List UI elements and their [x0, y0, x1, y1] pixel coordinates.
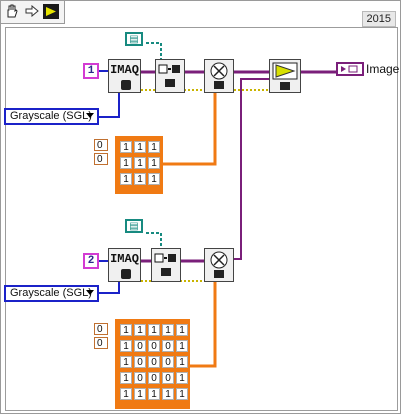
kernel-cell[interactable]: 1 — [134, 324, 146, 336]
imaq-create-node-1[interactable]: IMAQ — [108, 59, 141, 93]
kernel-cell[interactable]: 1 — [148, 324, 160, 336]
kernel-cell[interactable]: 1 — [148, 141, 160, 153]
kernel-cell[interactable]: 1 — [120, 356, 132, 368]
kernel-cell[interactable]: 1 — [176, 388, 188, 400]
kernel-cell[interactable]: 1 — [120, 388, 132, 400]
numeric-constant-1[interactable]: 1 — [83, 63, 99, 79]
block-diagram-window: 2015 ▤ 1 IMAQ Grayscale (SGL) Image 0 0 … — [0, 0, 401, 414]
imaq-create-node-2[interactable]: IMAQ — [108, 248, 141, 282]
kernel-cell[interactable]: 1 — [134, 157, 146, 169]
array-index-2b[interactable]: 0 — [94, 337, 108, 349]
copy-image-node-1[interactable] — [155, 59, 185, 93]
kernel-cell[interactable]: 0 — [148, 356, 160, 368]
kernel-cell[interactable]: 1 — [162, 388, 174, 400]
kernel-cell[interactable]: 0 — [162, 356, 174, 368]
convolute-node-2[interactable] — [204, 248, 234, 282]
kernel-cell[interactable]: 0 — [162, 340, 174, 352]
array-index-1a[interactable]: 0 — [94, 139, 108, 151]
image-type-enum-2[interactable]: Grayscale (SGL) — [4, 285, 99, 302]
kernel-cell[interactable]: 1 — [162, 324, 174, 336]
kernel-cell[interactable]: 1 — [176, 340, 188, 352]
numeric-constant-2[interactable]: 2 — [83, 253, 99, 269]
kernel-cell[interactable]: 1 — [134, 388, 146, 400]
power-icon — [121, 269, 131, 279]
dropdown-arrow-icon — [86, 290, 94, 295]
kernel-cell[interactable]: 1 — [134, 173, 146, 185]
convolute-node-1[interactable] — [204, 59, 234, 93]
copy-image-node-2[interactable] — [151, 248, 181, 282]
kernel-cell[interactable]: 1 — [120, 372, 132, 384]
power-icon — [121, 80, 131, 90]
kernel-cell[interactable]: 1 — [120, 141, 132, 153]
kernel-cell[interactable]: 0 — [148, 372, 160, 384]
kernel-cell[interactable]: 1 — [120, 340, 132, 352]
kernel-cell[interactable]: 1 — [120, 173, 132, 185]
kernel-cell[interactable]: 0 — [134, 356, 146, 368]
kernel-cell[interactable]: 1 — [148, 157, 160, 169]
dropdown-arrow-icon — [86, 113, 94, 118]
image-type-enum-1[interactable]: Grayscale (SGL) — [4, 108, 99, 125]
kernel-cell[interactable]: 1 — [120, 324, 132, 336]
array-index-1b[interactable]: 0 — [94, 153, 108, 165]
image-reference-constant-1[interactable]: ▤ — [125, 32, 143, 46]
kernel-cell[interactable]: 1 — [176, 372, 188, 384]
kernel-cell[interactable]: 0 — [148, 340, 160, 352]
kernel-cell[interactable]: 1 — [176, 356, 188, 368]
array-index-2a[interactable]: 0 — [94, 323, 108, 335]
kernel-cell[interactable]: 0 — [162, 372, 174, 384]
kernel-cell[interactable]: 1 — [176, 324, 188, 336]
image-reference-constant-2[interactable]: ▤ — [125, 219, 143, 233]
kernel-cell[interactable]: 1 — [148, 388, 160, 400]
kernel-cell[interactable]: 0 — [134, 340, 146, 352]
image-indicator-label: Image — [366, 62, 400, 76]
kernel-cell[interactable]: 1 — [134, 141, 146, 153]
image-indicator[interactable] — [336, 62, 364, 76]
kernel-cell[interactable]: 0 — [134, 372, 146, 384]
image-function-node[interactable] — [269, 59, 301, 93]
kernel-cell[interactable]: 1 — [148, 173, 160, 185]
kernel-cell[interactable]: 1 — [120, 157, 132, 169]
